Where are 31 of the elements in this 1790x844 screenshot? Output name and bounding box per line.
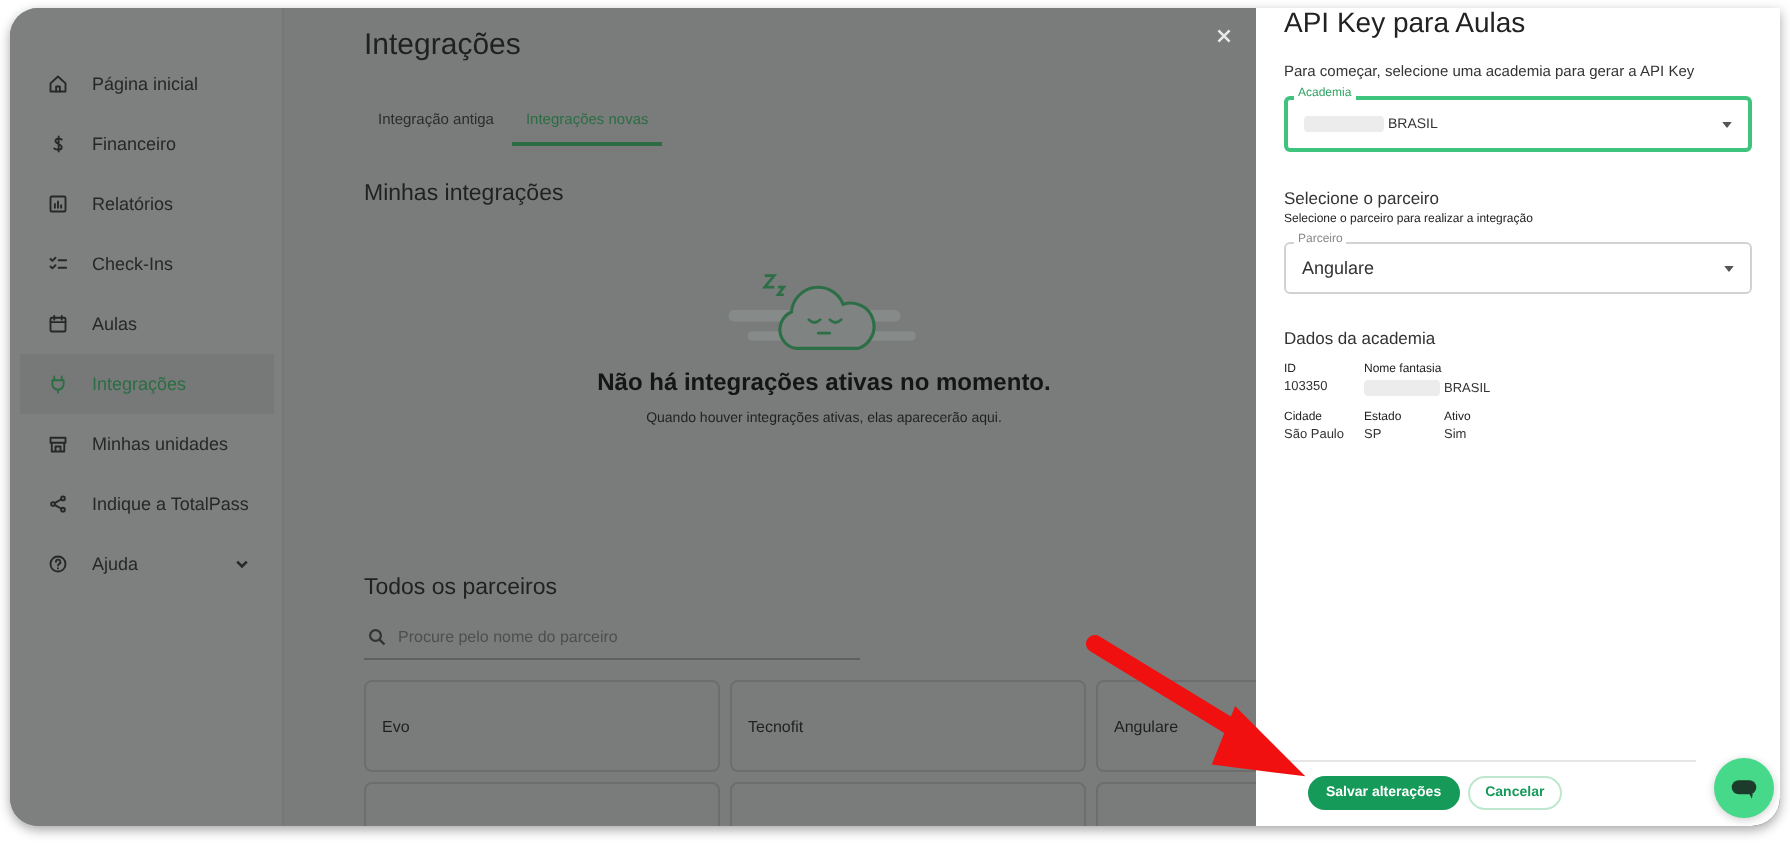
report-icon: [48, 194, 68, 214]
caret-icon: [1722, 121, 1732, 127]
empty-state-title: Não há integrações ativas no momento.: [597, 368, 1051, 396]
share-icon: [48, 494, 68, 514]
section-heading: Selecione o parceiro: [1284, 188, 1441, 208]
section-heading: Minhas integrações: [364, 182, 566, 206]
section-heading: Todos os parceiros: [364, 576, 560, 600]
dollar-icon: [48, 134, 68, 154]
sidebar-item[interactable]: Relatórios: [20, 174, 274, 234]
home-icon: [48, 74, 68, 94]
sidebar-item[interactable]: Aulas: [20, 294, 274, 354]
plug-icon: [48, 374, 68, 394]
checklist-icon: [48, 254, 68, 274]
sidebar-item[interactable]: Indique a TotalPass: [20, 474, 274, 534]
search-icon: [368, 628, 386, 646]
caret-icon: [1724, 265, 1734, 271]
sidebar-item[interactable]: Página inicial: [20, 54, 274, 114]
chat-icon: [1730, 777, 1758, 799]
section-heading: Dados da academia: [1284, 328, 1438, 348]
sidebar-item[interactable]: Financeiro: [20, 114, 274, 174]
page-title: Integrações: [364, 28, 521, 62]
partner-card[interactable]: Tecnofit: [730, 680, 1086, 772]
panel-title: API Key para Aulas: [1284, 8, 1528, 38]
sidebar-item[interactable]: Ajuda: [20, 534, 274, 594]
store-icon: [48, 434, 68, 454]
sidebar-item[interactable]: Minhas unidades: [20, 414, 274, 474]
calendar-icon: [48, 314, 68, 334]
partner-card[interactable]: Evo: [364, 680, 720, 772]
help-icon: [48, 554, 68, 574]
close-icon[interactable]: [1216, 28, 1232, 44]
sidebar-item[interactable]: Check-Ins: [20, 234, 274, 294]
